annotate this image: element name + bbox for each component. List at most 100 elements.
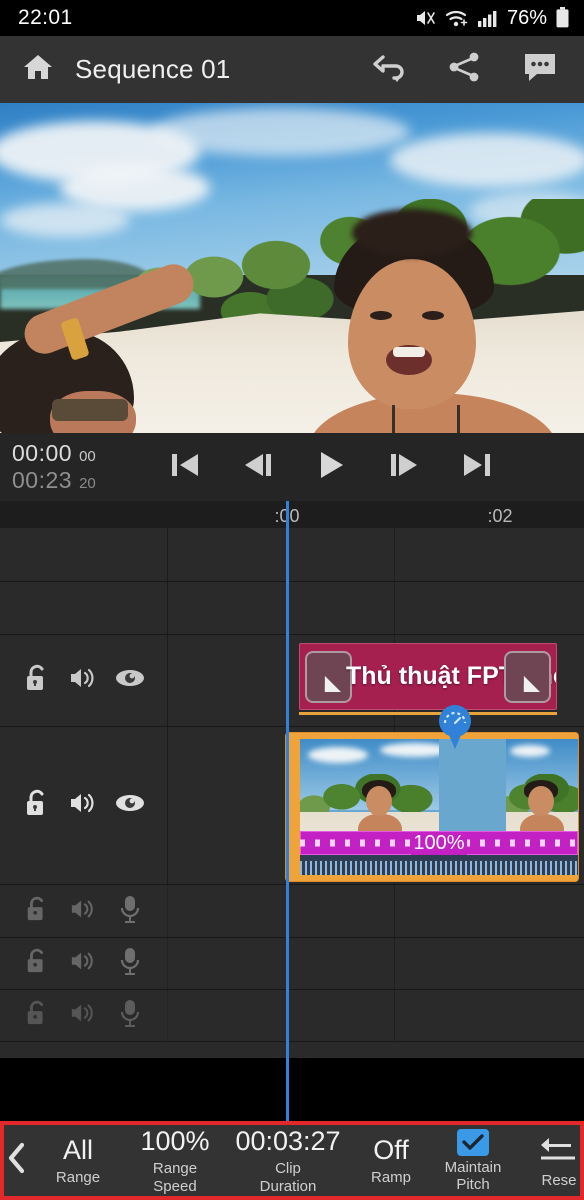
current-frames: 00 <box>79 447 96 465</box>
eye-icon <box>114 792 146 819</box>
record-toggle-button[interactable] <box>109 995 151 1037</box>
visibility-toggle-button[interactable] <box>109 785 151 827</box>
mic-icon <box>119 894 141 929</box>
track-lane[interactable] <box>168 990 584 1041</box>
unlock-icon <box>23 663 51 698</box>
playhead[interactable] <box>286 501 289 1098</box>
step-back-icon <box>241 450 275 485</box>
mute-toggle-button[interactable] <box>62 890 104 932</box>
range-speed-label-line1: Range <box>152 1160 198 1178</box>
maintain-pitch-checkbox[interactable] <box>457 1129 489 1156</box>
visibility-toggle-button[interactable] <box>109 660 151 702</box>
back-button[interactable] <box>4 1125 30 1196</box>
title-clip[interactable]: Thủ thuật FPT Shop <box>299 643 557 710</box>
track-lane[interactable] <box>168 528 584 581</box>
reset-control[interactable]: Rese <box>524 1125 580 1196</box>
share-icon <box>447 51 483 88</box>
track-header-audio <box>0 885 168 937</box>
status-icons: 76% <box>415 7 570 30</box>
transport-bar: 00:00 00 00:23 20 <box>0 433 584 501</box>
track-lane[interactable] <box>168 582 584 634</box>
track-empty-1[interactable] <box>0 528 584 582</box>
unlock-icon <box>24 947 50 980</box>
unlock-icon <box>24 999 50 1032</box>
wifi-icon <box>445 8 469 28</box>
track-header <box>0 528 168 581</box>
timecode-display[interactable]: 00:00 00 00:23 20 <box>0 440 165 494</box>
speaker-icon <box>69 896 97 927</box>
lock-toggle-button[interactable] <box>16 785 58 827</box>
lock-toggle-button[interactable] <box>16 890 58 932</box>
track-video-title[interactable]: Thủ thuật FPT Shop <box>0 635 584 727</box>
clip-duration-label-line1: Clip <box>275 1160 301 1178</box>
maintain-pitch-control[interactable]: Maintain Pitch <box>430 1125 516 1196</box>
track-header-video <box>0 727 168 884</box>
check-icon <box>462 1134 484 1151</box>
share-button[interactable] <box>443 48 487 92</box>
mute-toggle-button[interactable] <box>62 995 104 1037</box>
step-forward-icon <box>387 450 421 485</box>
home-button[interactable] <box>18 50 58 90</box>
track-audio-2[interactable] <box>0 938 584 990</box>
track-audio-1[interactable] <box>0 885 584 938</box>
total-time-row: 00:23 20 <box>12 467 165 494</box>
speed-marker-pin[interactable] <box>435 703 475 751</box>
playback-controls <box>165 447 497 487</box>
track-lane[interactable] <box>168 885 584 937</box>
mute-toggle-button[interactable] <box>62 785 104 827</box>
clip-handle-right[interactable] <box>504 650 551 703</box>
track-lane[interactable]: 100% <box>168 705 584 884</box>
battery-icon <box>555 7 570 29</box>
record-toggle-button[interactable] <box>109 890 151 932</box>
mute-toggle-button[interactable] <box>62 660 104 702</box>
step-forward-button[interactable] <box>384 447 424 487</box>
unlock-icon <box>24 895 50 928</box>
skip-to-end-icon <box>460 450 494 485</box>
mute-icon <box>415 8 437 28</box>
comment-button[interactable] <box>518 48 562 92</box>
speed-toolbar: All Range 100% Range Speed 00:03:27 Clip… <box>4 1125 580 1196</box>
speaker-icon <box>69 948 97 979</box>
total-frames: 20 <box>79 475 96 492</box>
signal-icon <box>477 8 499 28</box>
track-video-main[interactable]: 100% <box>0 705 584 885</box>
chevron-left-icon <box>4 1141 30 1180</box>
current-time-row: 00:00 00 <box>12 440 165 467</box>
range-speed-control[interactable]: 100% Range Speed <box>126 1125 224 1196</box>
video-clip[interactable]: 100% <box>286 733 578 881</box>
track-lane[interactable]: Thủ thuật FPT Shop <box>168 635 584 726</box>
track-audio-3[interactable] <box>0 990 584 1042</box>
clip-speed-label: 100% <box>411 831 467 855</box>
lock-toggle-button[interactable] <box>16 660 58 702</box>
lock-toggle-button[interactable] <box>16 943 58 985</box>
record-toggle-button[interactable] <box>109 943 151 985</box>
range-value: All <box>62 1135 93 1166</box>
range-control[interactable]: All Range <box>30 1125 126 1196</box>
step-back-button[interactable] <box>238 447 278 487</box>
ramp-control[interactable]: Off Ramp <box>352 1125 430 1196</box>
preview-cloud <box>150 108 410 156</box>
track-lane[interactable] <box>168 938 584 989</box>
skip-to-start-button[interactable] <box>165 447 205 487</box>
track-header-audio <box>0 990 168 1041</box>
mute-toggle-button[interactable] <box>62 943 104 985</box>
title-clip-text: Thủ thuật FPT Shop <box>346 662 556 690</box>
clip-duration-control[interactable]: 00:03:27 Clip Duration <box>224 1125 352 1196</box>
skip-to-end-button[interactable] <box>457 447 497 487</box>
play-button[interactable] <box>311 447 351 487</box>
timeline-ruler[interactable]: :00 :02 <box>0 501 584 528</box>
app-header-actions <box>368 48 562 92</box>
undo-button[interactable] <box>368 48 412 92</box>
timeline[interactable]: Thủ thuật FPT Shop <box>0 528 584 1058</box>
track-header-title <box>0 635 168 726</box>
clip-speed-bar[interactable]: 100% <box>300 831 578 855</box>
reset-icon <box>539 1134 579 1169</box>
video-preview[interactable] <box>0 103 584 433</box>
lock-toggle-button[interactable] <box>16 995 58 1037</box>
home-icon <box>22 52 54 87</box>
sunglasses <box>52 399 128 421</box>
reset-label: Rese <box>541 1171 577 1189</box>
playhead-segment <box>286 1095 289 1121</box>
track-empty-2[interactable] <box>0 582 584 635</box>
clip-handle-left[interactable] <box>305 650 352 703</box>
